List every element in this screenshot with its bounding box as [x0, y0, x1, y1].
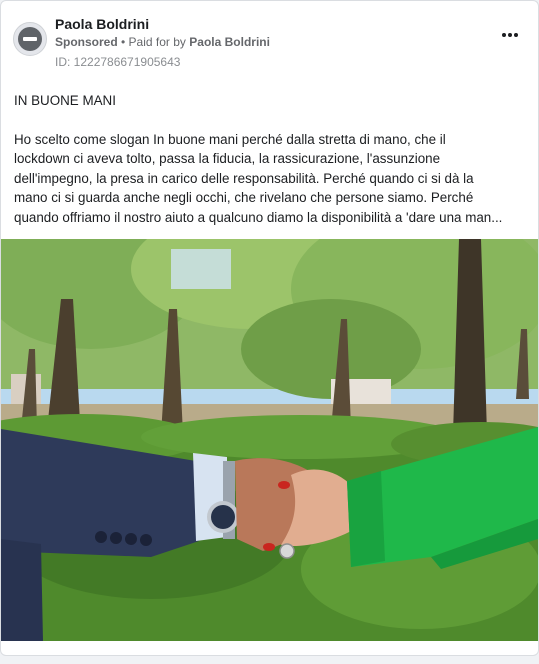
body-line-truncated[interactable]: quando offriamo il nostro aiuto a qualcu… — [14, 208, 526, 228]
photo-illustration — [1, 239, 538, 641]
ad-card: Paola Boldrini Sponsored • Paid for by P… — [0, 0, 539, 656]
dot — [502, 33, 506, 37]
author-name[interactable]: Paola Boldrini — [55, 16, 149, 32]
dot — [508, 33, 512, 37]
ring — [279, 543, 295, 559]
red-nail — [263, 543, 275, 551]
paid-for-name[interactable]: Paola Boldrini — [189, 35, 270, 49]
sleeve-button — [140, 534, 152, 546]
left-jacket-body — [1, 539, 43, 641]
avatar-inner — [18, 27, 42, 51]
sleeve-button — [110, 532, 122, 544]
sponsored-line: Sponsored • Paid for by Paola Boldrini — [55, 35, 270, 49]
dot — [514, 33, 518, 37]
ad-id: ID: 1222786671905643 — [55, 55, 181, 69]
more-options-icon[interactable] — [502, 31, 520, 39]
sky-gap — [171, 249, 231, 289]
body-line: Ho scelto come slogan In buone mani perc… — [14, 131, 446, 147]
sleeve-button — [95, 531, 107, 543]
paid-for-label: Paid for by — [128, 35, 186, 49]
right-cuff — [347, 471, 385, 567]
sponsored-label: Sponsored — [55, 35, 118, 49]
red-nail — [278, 481, 290, 489]
post-text: IN BUONE MANI Ho scelto come slogan In b… — [14, 91, 526, 228]
handshake-photo[interactable] — [1, 239, 538, 641]
body-line: mano ci si guarda anche negli occhi, che… — [14, 190, 474, 206]
tree-trunk — [453, 239, 487, 434]
body-line: dell'impegno, la presa in carico delle r… — [14, 170, 474, 186]
body-line: lockdown ci aveva tolto, passa la fiduci… — [14, 151, 441, 167]
sleeve-button — [125, 533, 137, 545]
post-headline: IN BUONE MANI — [14, 93, 116, 108]
separator: • — [117, 35, 129, 49]
post-header: Paola Boldrini Sponsored • Paid for by P… — [1, 1, 538, 77]
blocked-avatar-icon[interactable] — [13, 22, 47, 56]
watch-face — [211, 505, 235, 529]
